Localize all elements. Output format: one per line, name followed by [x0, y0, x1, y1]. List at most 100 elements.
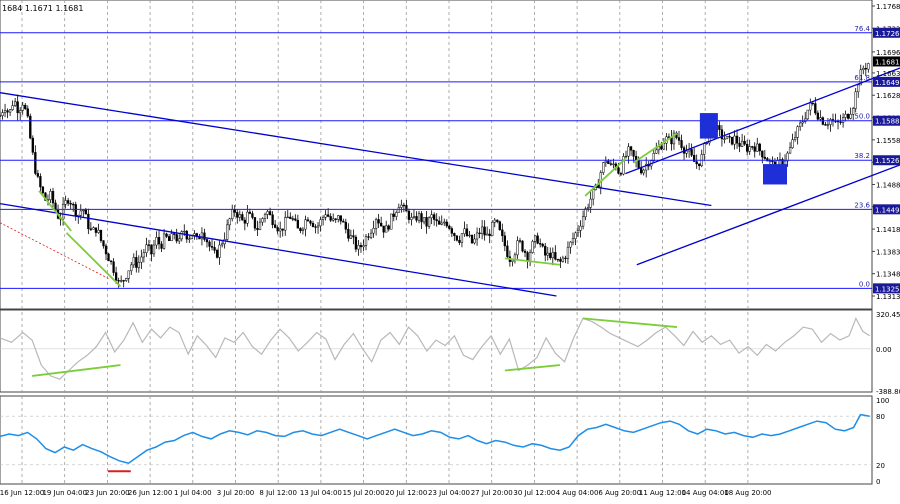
osc-tick-label: -388.8032 [876, 388, 900, 396]
candle-body [846, 113, 850, 119]
candle-body [539, 243, 542, 245]
candle-body [516, 240, 519, 256]
candle-body [183, 230, 186, 233]
candle-body [200, 232, 204, 240]
candle-body [334, 218, 337, 220]
candle-body [592, 189, 595, 200]
candle-body [69, 203, 72, 205]
candle-body [382, 225, 385, 233]
candle-body [607, 160, 610, 164]
candle-body [112, 261, 115, 273]
candle-body [268, 211, 272, 216]
candle-body [380, 222, 383, 227]
candle-body [51, 191, 55, 204]
candle-body [483, 226, 486, 236]
candle-body [801, 121, 804, 124]
candle-body [215, 250, 219, 258]
candle-body [491, 221, 494, 236]
candle-body [690, 149, 693, 156]
candle-body [213, 247, 216, 251]
candle-body [864, 68, 867, 70]
candle-body [819, 117, 822, 120]
candle-body [549, 252, 552, 259]
candle-body [753, 146, 756, 152]
candle-body [544, 245, 547, 256]
candle-body [109, 260, 113, 262]
candle-body [718, 125, 721, 130]
candle-body [140, 256, 143, 263]
candle-body [324, 214, 327, 218]
candle-body [561, 257, 565, 262]
candle-body [417, 213, 421, 221]
candle-body [748, 146, 751, 152]
candle-body [289, 216, 292, 219]
candle-body [132, 257, 135, 266]
fib-level-label: 50.0 [854, 113, 870, 121]
candle-body [21, 104, 24, 111]
candle-body [238, 214, 241, 218]
candle-body [102, 240, 105, 247]
fib-level-label: 0.0 [859, 280, 870, 288]
candle-body [662, 143, 666, 150]
candle-body [660, 146, 663, 150]
candle-body [480, 226, 484, 234]
candle-body [337, 215, 340, 220]
ohlc-header: 1684 1.1671 1.1681 [2, 4, 83, 13]
candle-body [824, 124, 827, 126]
rsi-tick-label: 80 [876, 413, 885, 421]
candle-body [518, 240, 522, 242]
x-tick-label: 6 Aug 20:00 [598, 489, 641, 497]
chart-canvas[interactable]: 76.461.850.038.223.60.0 16 Jun 12:0019 J… [0, 0, 900, 500]
candle-body [26, 108, 29, 117]
candle-body [61, 203, 65, 220]
candle-body [279, 228, 282, 232]
candle-body [6, 110, 9, 113]
candle-body [180, 231, 183, 240]
x-tick-label: 1 Jul 04:00 [174, 489, 212, 497]
fib-level-label: 38.2 [854, 152, 870, 160]
candle-body [387, 225, 390, 230]
candle-body [470, 234, 474, 244]
trading-chart[interactable]: 76.4 61.8 50.0 38.2 23.6 0.0 16 Jun 12:00 19 J… [0, 0, 900, 500]
x-tick-label: 23 Jun 20:00 [85, 489, 129, 497]
candle-body [64, 200, 67, 205]
fib-price-badge-text: 1.1588 [875, 118, 900, 126]
candle-body [72, 203, 75, 206]
candle-body [266, 211, 269, 215]
candle-body [347, 228, 350, 239]
candle-body [526, 252, 529, 262]
candle-body [36, 173, 40, 177]
candle-body [74, 204, 77, 217]
candle-body [703, 143, 706, 155]
x-tick-label: 27 Jul 20:00 [471, 489, 513, 497]
candle-body [210, 246, 214, 248]
candle-body [291, 218, 294, 220]
candle-body [841, 117, 845, 123]
candle-body [758, 143, 761, 152]
candle-body [566, 246, 570, 259]
candle-body [271, 214, 274, 225]
candle-body [397, 207, 400, 213]
candle-body [281, 228, 284, 231]
candle-body [541, 243, 544, 247]
candle-body [94, 227, 98, 233]
candle-body [84, 209, 87, 215]
candle-body [150, 244, 153, 255]
candle-body [435, 219, 438, 222]
candle-body [120, 280, 123, 282]
candle-body [473, 238, 476, 244]
candle-body [385, 225, 388, 233]
candle-body [637, 160, 640, 168]
candle-body [243, 219, 246, 224]
x-tick-label: 13 Jul 04:00 [300, 489, 342, 497]
candle-body [496, 219, 499, 222]
candle-body [498, 221, 501, 231]
highlight-box [699, 113, 718, 139]
candle-body [763, 156, 766, 159]
candle-body [352, 235, 355, 238]
candle-body [236, 212, 239, 218]
candle-body [79, 210, 82, 216]
candle-body [114, 272, 118, 281]
candle-body [248, 211, 252, 214]
candle-body [521, 240, 524, 252]
